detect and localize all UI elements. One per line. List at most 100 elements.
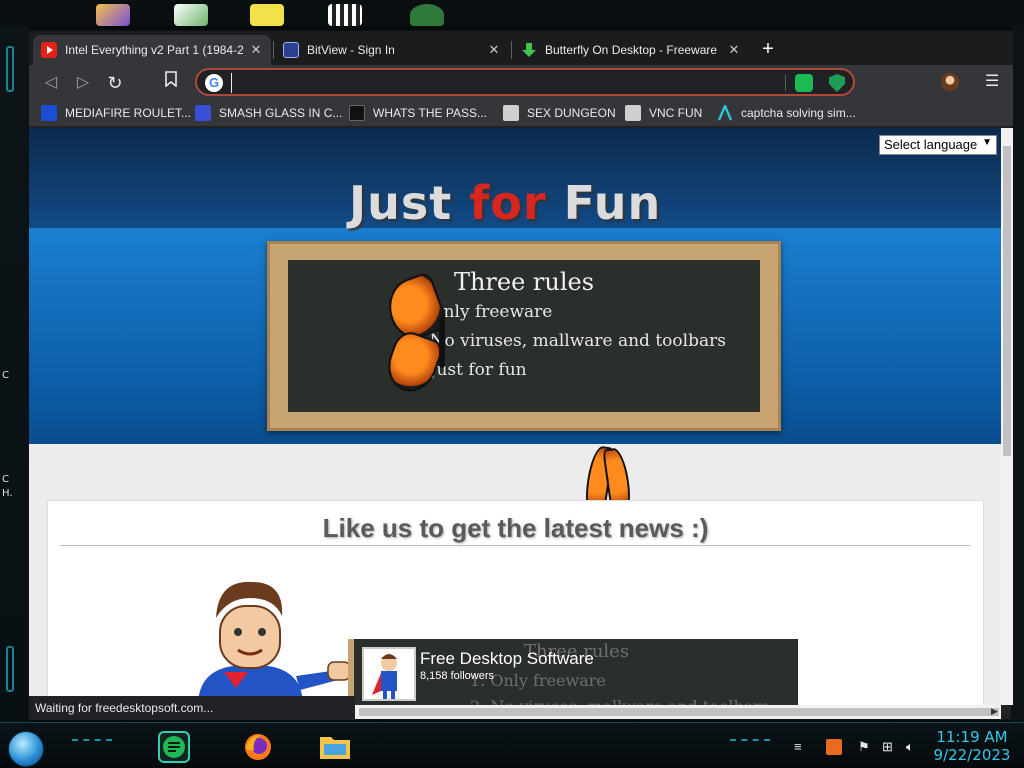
butterfly-body (439, 318, 445, 368)
menu-icon[interactable]: ☰ (985, 71, 999, 91)
tab-bitview-sign-in[interactable]: BitView - Sign In ✕ (275, 35, 509, 65)
tab-butterfly-on-desktop[interactable]: Butterfly On Desktop - Freeware software… (513, 35, 749, 65)
tray-app-icon[interactable] (826, 739, 842, 755)
address-input[interactable] (231, 73, 771, 93)
bookmark-vnc-fun[interactable]: VNC FUN (625, 103, 702, 123)
chalkboard: Three rules 1. Only freeware 2. No virus… (267, 241, 781, 431)
butterfly-wing (380, 327, 446, 399)
clock-date: 9/22/2023 (933, 746, 1011, 764)
desktop-edge-text: C (2, 474, 9, 485)
cube-icon (625, 105, 641, 121)
desktop-right-rail (1012, 26, 1024, 726)
desktop-icon-2[interactable] (174, 4, 208, 26)
bookmark-captcha-solving[interactable]: captcha solving sim... (717, 102, 856, 123)
folder-icon (320, 737, 350, 759)
flag-icon[interactable]: ⚑ (858, 739, 870, 755)
bookmark-mediafire-roulette[interactable]: MEDIAFIRE ROULET... (41, 103, 191, 123)
bookmark-label: SEX DUNGEON (527, 106, 616, 120)
site-title-for: for (469, 176, 547, 230)
taskbar-clock[interactable]: 11:19 AM 9/22/2023 (930, 728, 1014, 764)
chalkboard-surface: Three rules 1. Only freeware 2. No virus… (288, 260, 760, 412)
status-bar: Waiting for freedesktopsoft.com... (29, 696, 355, 720)
language-select[interactable]: Select language ▼ (879, 135, 997, 155)
network-icon[interactable]: ⊞ (882, 739, 893, 755)
bookmark-label: VNC FUN (649, 106, 703, 120)
tray-lines-icon[interactable]: ≡ (794, 739, 802, 754)
omnibox-divider (785, 75, 786, 91)
superhero-mascot (198, 581, 351, 705)
address-bar[interactable]: G (195, 68, 855, 96)
taskbar-app-file-explorer[interactable] (318, 731, 350, 763)
extension-shield-icon[interactable] (829, 74, 845, 92)
youtube-icon (41, 42, 57, 58)
desktop-edge-text: C (2, 370, 9, 381)
language-select-label: Select language (884, 137, 978, 152)
site-title-just: Just (349, 176, 470, 230)
back-button[interactable]: ◁ (39, 71, 63, 95)
taskbar: ≡ ⚑ ⊞ 🔈︎ 11:19 AM 9/22/2023 (0, 722, 1024, 768)
browser-toolbar: ◁ ▷ ↻ G ☰ (29, 65, 1013, 99)
close-icon[interactable]: ✕ (487, 42, 501, 58)
google-icon: G (205, 74, 223, 92)
bookmark-icon (165, 71, 177, 88)
bookmark-whats-the-pass[interactable]: WHATS THE PASS... (349, 103, 487, 123)
superhero-thumbnail-icon (372, 654, 397, 699)
chat-lines-icon (163, 736, 185, 758)
desktop-icon-4[interactable] (328, 4, 362, 26)
volume-icon[interactable]: 🔈︎ (906, 739, 914, 755)
profile-avatar[interactable] (941, 73, 959, 91)
facebook-page-plugin[interactable]: Three rules 1. Only freeware 2. No virus… (348, 639, 798, 705)
cube-icon (503, 105, 519, 121)
page-viewport[interactable]: Just for Fun Select language ▼ Three rul… (29, 128, 1001, 705)
firefox-icon (245, 734, 271, 760)
bookmark-label: WHATS THE PASS... (373, 106, 488, 120)
forward-button[interactable]: ▷ (71, 71, 95, 95)
tab-divider (273, 41, 274, 59)
tab-title: BitView - Sign In (307, 43, 395, 57)
mediafire-icon (41, 105, 57, 121)
new-tab-button[interactable]: + (757, 39, 779, 61)
fb-follower-count: 8,158 followers (420, 670, 494, 682)
desktop-icon-1[interactable] (96, 4, 130, 26)
fb-page-avatar[interactable] (362, 647, 416, 701)
desktop-icon-3[interactable] (250, 4, 284, 26)
close-icon[interactable]: ✕ (727, 42, 741, 58)
bookmarks-bar: MEDIAFIRE ROULET... SMASH GLASS IN C... … (29, 99, 1013, 127)
scroll-right-arrow-icon[interactable]: ▶ (991, 706, 998, 717)
dark-square-icon (349, 105, 365, 121)
taskbar-app-notes[interactable] (158, 731, 190, 763)
vertical-scrollbar[interactable] (1001, 128, 1013, 705)
a-logo-icon (717, 102, 733, 121)
dropdown-arrow-icon: ▼ (982, 137, 992, 148)
start-button[interactable] (8, 731, 44, 767)
divider (60, 545, 970, 546)
bookmark-label: SMASH GLASS IN C... (219, 106, 343, 120)
horizontal-scroll-thumb[interactable] (359, 708, 999, 716)
tab-title: Intel Everything v2 Part 1 (1984-2023) (65, 43, 243, 57)
fb-page-name[interactable]: Free Desktop Software (420, 649, 594, 669)
butterfly-sprite[interactable] (380, 270, 459, 399)
desktop-top-strip (0, 0, 1024, 26)
site-title-fun: Fun (546, 176, 662, 230)
tab-title: Butterfly On Desktop - Freeware software (545, 43, 721, 57)
browser-window: Intel Everything v2 Part 1 (1984-2023) ✕… (28, 30, 1013, 720)
bookmark-smash-glass[interactable]: SMASH GLASS IN C... (195, 103, 342, 123)
like-heading: Like us to get the latest news :) (322, 513, 709, 543)
rail-glow (6, 46, 14, 92)
extension-chat-icon[interactable] (795, 74, 813, 92)
tab-intel-everything[interactable]: Intel Everything v2 Part 1 (1984-2023) ✕ (33, 35, 271, 65)
fb-cover-rule: 2. No viruses, mallware and toolbars (470, 697, 769, 705)
sigma-icon (195, 105, 211, 121)
desktop-icon-5[interactable] (410, 4, 444, 26)
site-title: Just for Fun (349, 176, 661, 230)
bookmark-button[interactable] (159, 71, 183, 95)
bookmark-label: MEDIAFIRE ROULET... (65, 106, 192, 120)
bitview-icon (283, 42, 299, 58)
taskbar-app-firefox[interactable] (242, 731, 274, 763)
clock-time: 11:19 AM (936, 728, 1008, 746)
reload-button[interactable]: ↻ (103, 71, 127, 95)
close-icon[interactable]: ✕ (249, 42, 263, 58)
vertical-scroll-thumb[interactable] (1003, 146, 1011, 456)
rules-title: Three rules (453, 268, 595, 296)
bookmark-sex-dungeon[interactable]: SEX DUNGEON (503, 103, 616, 123)
